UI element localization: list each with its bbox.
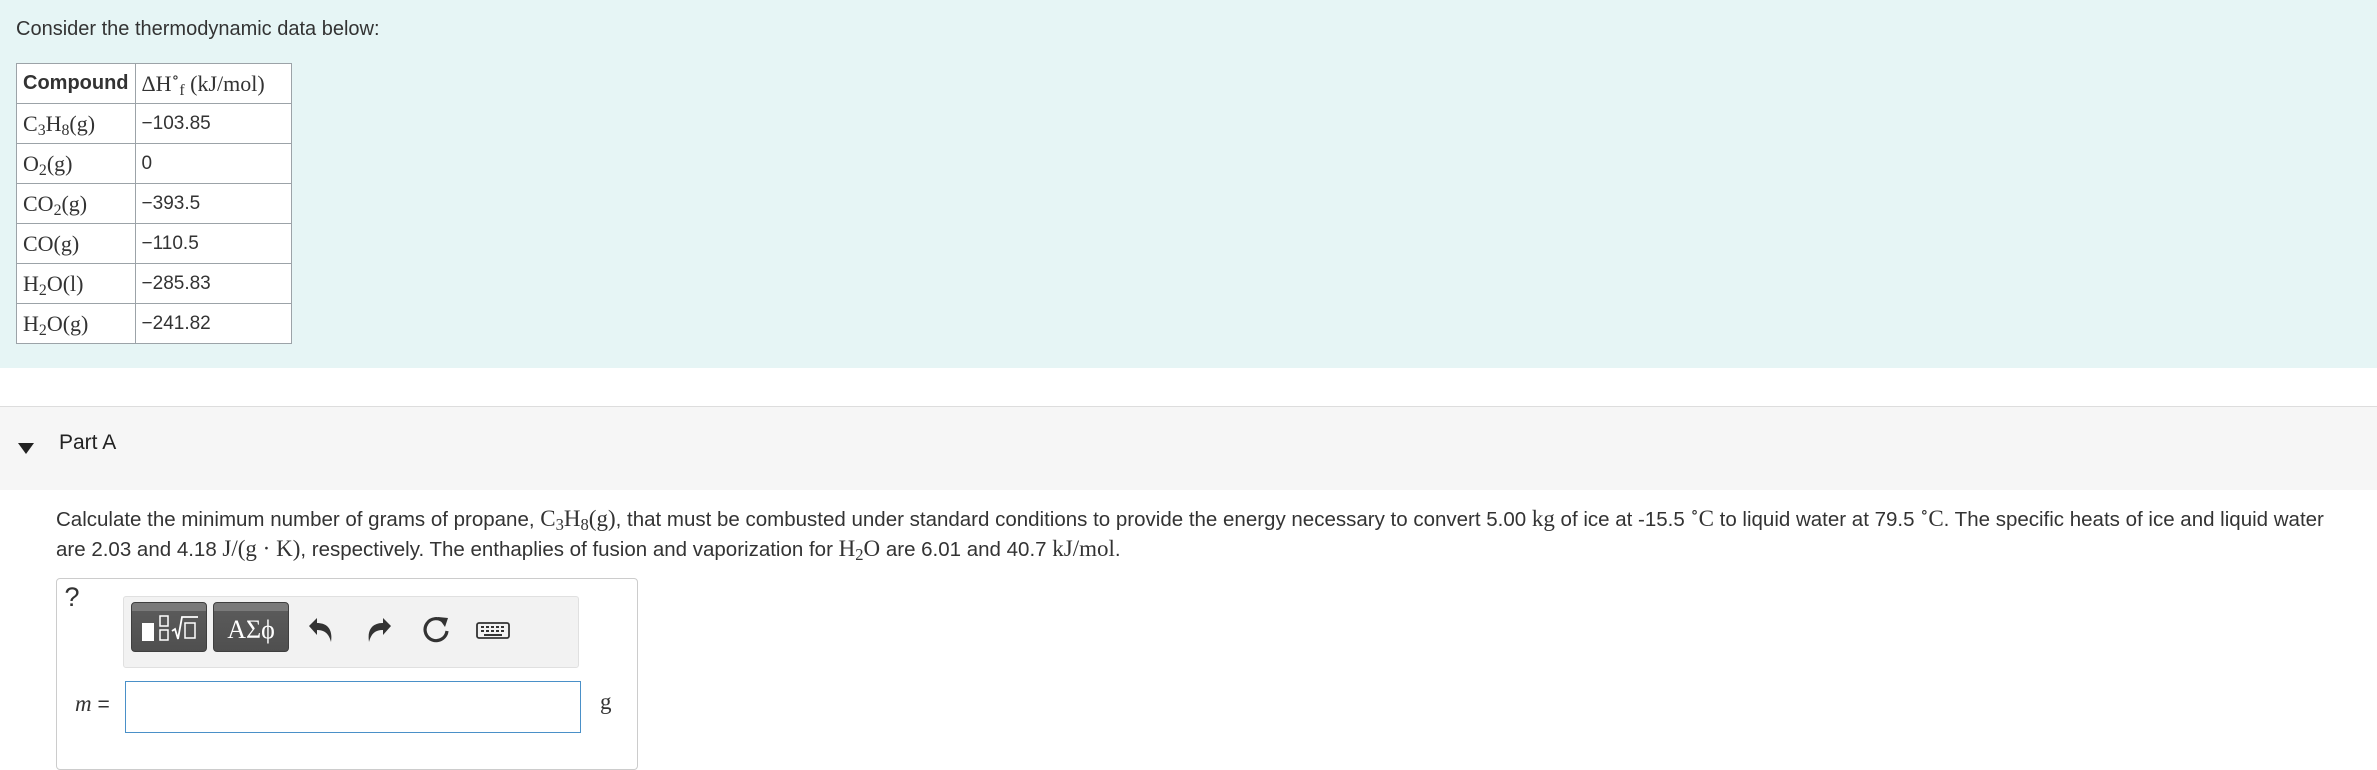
part-title[interactable]: Part A <box>59 431 116 455</box>
enthalpy-cell: −110.5 <box>134 223 292 264</box>
compound-cell: CO(g) <box>16 223 136 264</box>
enthalpy-cell: −285.83 <box>134 263 292 304</box>
table-row: C3H8(g) −103.85 <box>16 103 292 144</box>
help-icon[interactable]: ? <box>57 579 87 615</box>
enthalpy-cell: −103.85 <box>134 103 292 144</box>
symbols-button[interactable]: ΑΣϕ <box>213 602 289 652</box>
compound-cell: CO2(g) <box>16 183 136 224</box>
enthalpy-cell: 0 <box>134 143 292 184</box>
thermo-data-table: Compound ΔH∘f (kJ/mol) C3H8(g) −103.85 O… <box>16 63 292 344</box>
enthalpy-cell: −241.82 <box>134 303 292 344</box>
table-row: CO(g) −110.5 <box>16 223 292 264</box>
question-text: Calculate the minimum number of grams of… <box>56 502 2324 565</box>
answer-box: ΑΣϕ ? m = g <box>56 578 638 770</box>
redo-icon[interactable] <box>361 612 397 648</box>
compound-cell: H2O(l) <box>16 263 136 304</box>
compound-cell: C3H8(g) <box>16 103 136 144</box>
templates-button[interactable] <box>131 602 207 652</box>
part-header[interactable]: Part A <box>0 407 2377 490</box>
answer-unit: g <box>600 689 612 714</box>
enthalpy-cell: −393.5 <box>134 183 292 224</box>
answer-input[interactable] <box>125 681 581 733</box>
reset-icon[interactable] <box>418 612 454 648</box>
intro-panel: Consider the thermodynamic data below: C… <box>0 0 2377 368</box>
table-row: H2O(l) −285.83 <box>16 263 292 304</box>
compound-cell: O2(g) <box>16 143 136 184</box>
header-compound: Compound <box>16 63 136 104</box>
answer-variable-label: m = <box>75 691 110 716</box>
keyboard-icon[interactable] <box>475 612 511 648</box>
compound-cell: H2O(g) <box>16 303 136 344</box>
undo-icon[interactable] <box>303 612 339 648</box>
intro-text: Consider the thermodynamic data below: <box>16 18 380 40</box>
table-row: CO2(g) −393.5 <box>16 183 292 224</box>
table-header-row: Compound ΔH∘f (kJ/mol) <box>16 63 292 104</box>
header-enthalpy: ΔH∘f (kJ/mol) <box>134 63 292 104</box>
caret-down-icon[interactable] <box>18 443 34 454</box>
table-row: O2(g) 0 <box>16 143 292 184</box>
table-row: H2O(g) −241.82 <box>16 303 292 344</box>
templates-icon <box>142 615 198 641</box>
